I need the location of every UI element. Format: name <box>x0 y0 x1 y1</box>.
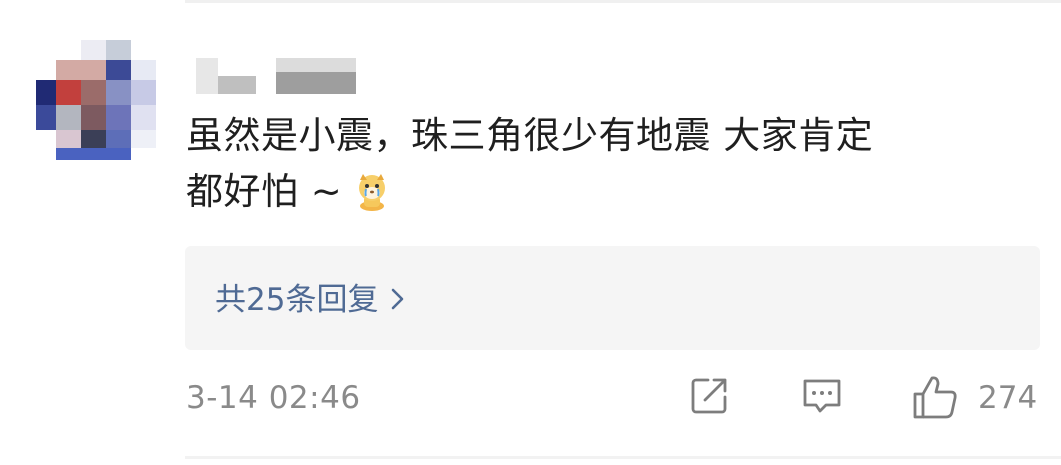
crying-dog-emoji-icon <box>354 172 390 228</box>
comment-line-1: 虽然是小震，珠三角很少有地震 大家肯定 <box>186 114 874 157</box>
top-divider <box>185 0 1061 3</box>
username[interactable] <box>196 58 356 94</box>
timestamp: 3-14 02:46 <box>186 380 361 416</box>
comment-line-2: 都好怕 ~ <box>186 164 1036 228</box>
comment-icon[interactable] <box>799 374 845 422</box>
comment-meta: 3-14 02:46 274 <box>0 370 1061 426</box>
replies-count-label: 共25条回复 <box>215 282 379 318</box>
replies-panel[interactable]: 共25条回复 <box>185 246 1040 350</box>
view-replies-link[interactable]: 共25条回复 <box>215 274 408 319</box>
share-icon[interactable] <box>688 374 732 422</box>
chevron-right-icon <box>388 284 408 310</box>
comment-text: 虽然是小震，珠三角很少有地震 大家肯定 都好怕 ~ <box>186 108 1036 228</box>
comment-line-2-text: 都好怕 ~ <box>186 170 343 213</box>
bottom-divider <box>185 456 1061 459</box>
like-count: 274 <box>978 380 1038 416</box>
thumbs-up-icon[interactable] <box>910 374 960 426</box>
avatar[interactable] <box>36 40 161 160</box>
